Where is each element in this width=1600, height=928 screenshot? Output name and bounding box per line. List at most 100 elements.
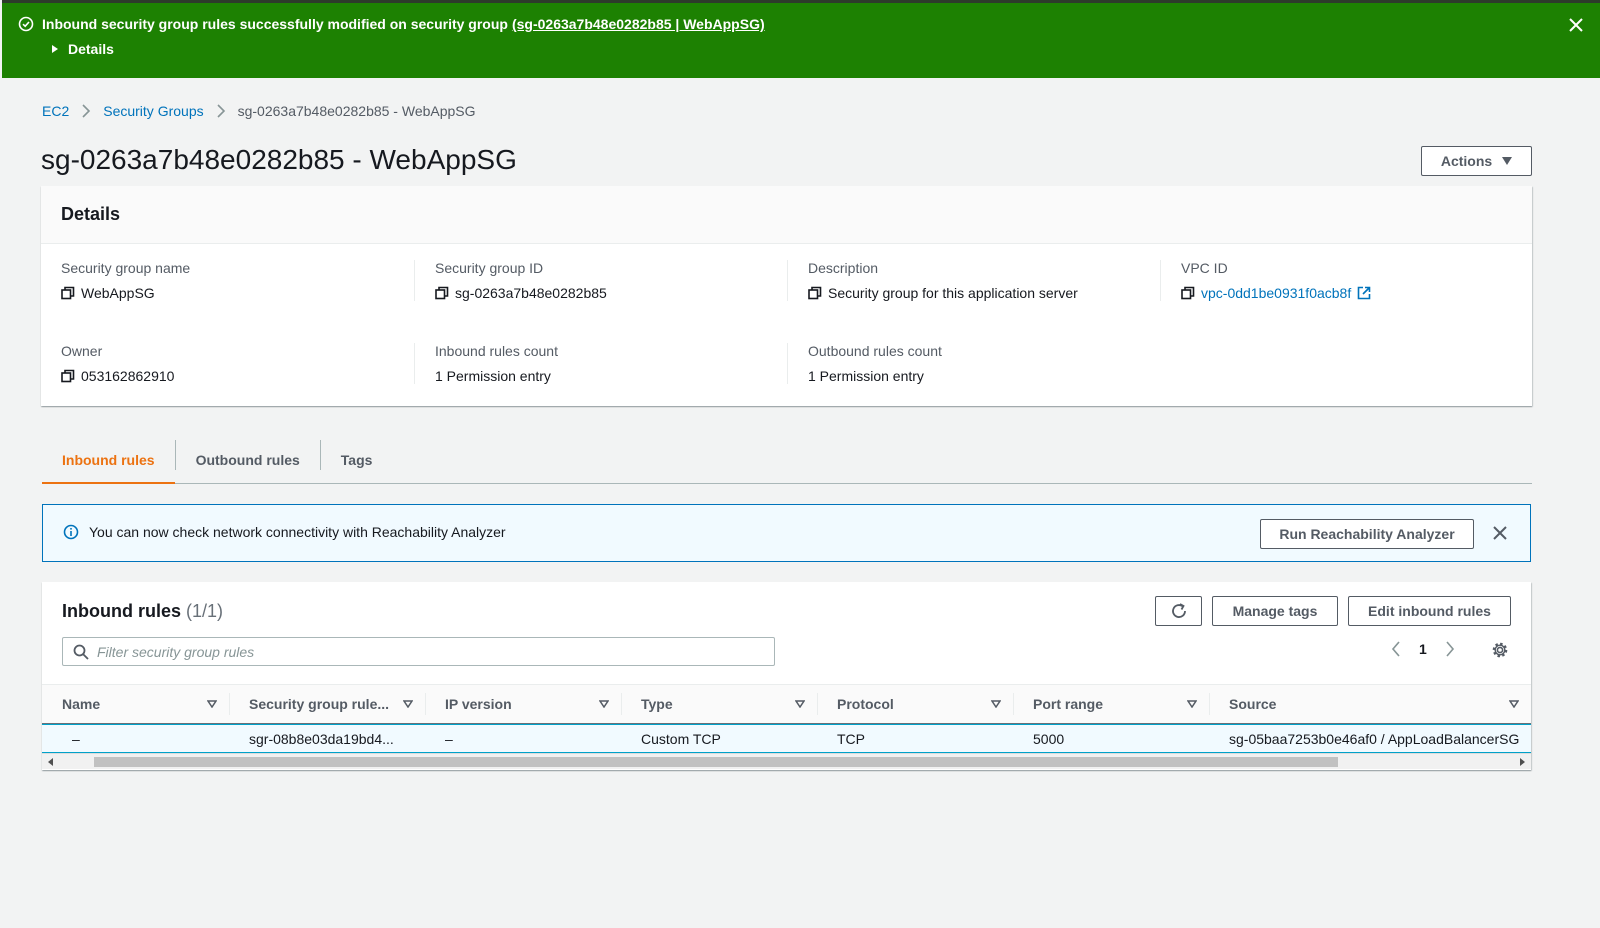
search-icon bbox=[73, 644, 89, 660]
info-message: You can now check network connectivity w… bbox=[89, 524, 506, 540]
chevron-right-icon bbox=[81, 104, 91, 118]
horizontal-scrollbar[interactable] bbox=[42, 753, 1531, 769]
field-label: VPC ID bbox=[1181, 260, 1228, 276]
flash-message-row: Inbound security group rules successfull… bbox=[18, 16, 765, 32]
column-header-port-range[interactable]: Port range bbox=[1013, 685, 1209, 723]
table-row[interactable]: – sgr-08b8e03da19bd4... – Custom TCP TCP… bbox=[42, 724, 1531, 753]
field-value: WebAppSG bbox=[81, 285, 155, 301]
field-outbound-rules-count: Outbound rules count 1 Permission entry bbox=[787, 343, 1160, 384]
column-header-ip-version[interactable]: IP version bbox=[425, 685, 621, 723]
sort-caret-icon bbox=[991, 700, 1001, 708]
column-label: IP version bbox=[445, 696, 512, 712]
cell-name: – bbox=[72, 730, 80, 747]
column-header-type[interactable]: Type bbox=[621, 685, 817, 723]
field-security-group-id: Security group ID sg-0263a7b48e0282b85 bbox=[414, 260, 787, 301]
column-header-source[interactable]: Source bbox=[1209, 685, 1531, 723]
field-label: Description bbox=[808, 260, 879, 276]
column-label: Security group rule... bbox=[249, 696, 390, 712]
manage-tags-button[interactable]: Manage tags bbox=[1212, 596, 1338, 626]
table-header: Name Security group rule... IP version T… bbox=[42, 684, 1531, 724]
actions-button[interactable]: Actions bbox=[1421, 146, 1532, 176]
chevron-right-icon[interactable] bbox=[1445, 641, 1455, 657]
copy-icon[interactable] bbox=[435, 286, 449, 300]
cell-type: Custom TCP bbox=[641, 730, 721, 747]
breadcrumb-ec2[interactable]: EC2 bbox=[42, 103, 69, 119]
page-title: sg-0263a7b48e0282b85 - WebAppSG bbox=[41, 144, 517, 175]
tab-inbound-rules[interactable]: Inbound rules bbox=[42, 437, 175, 484]
cell-protocol: TCP bbox=[837, 730, 865, 747]
column-header-protocol[interactable]: Protocol bbox=[817, 685, 1013, 723]
sort-caret-icon bbox=[599, 700, 609, 708]
field-vpc-id: VPC ID vpc-0dd1be0931f0acb8f bbox=[1160, 260, 1533, 301]
column-header-name[interactable]: Name bbox=[42, 685, 229, 723]
field-label: Security group name bbox=[61, 260, 191, 276]
run-reachability-analyzer-button[interactable]: Run Reachability Analyzer bbox=[1260, 519, 1474, 549]
sort-caret-icon bbox=[1509, 700, 1519, 708]
info-icon bbox=[63, 524, 79, 540]
field-label: Security group ID bbox=[435, 260, 544, 276]
cell-security-group-rule-id: sgr-08b8e03da19bd4... bbox=[249, 730, 394, 747]
gear-icon[interactable] bbox=[1491, 641, 1509, 659]
details-panel: Details Security group name WebAppSG Sec… bbox=[41, 186, 1532, 406]
vpc-id-link[interactable]: vpc-0dd1be0931f0acb8f bbox=[1201, 285, 1351, 301]
column-header-security-group-rule[interactable]: Security group rule... bbox=[229, 685, 425, 723]
scroll-right-arrow-icon[interactable] bbox=[1519, 758, 1525, 766]
cell-port-range: 5000 bbox=[1033, 730, 1065, 747]
field-value: 1 Permission entry bbox=[435, 368, 551, 384]
cell-ip-version: – bbox=[445, 730, 453, 747]
tab-tags[interactable]: Tags bbox=[321, 437, 393, 483]
field-security-group-name: Security group name WebAppSG bbox=[41, 260, 414, 301]
rules-count: (1/1) bbox=[186, 601, 224, 621]
actions-label: Actions bbox=[1440, 153, 1493, 169]
filter-input[interactable] bbox=[97, 643, 737, 660]
page-number[interactable]: 1 bbox=[1419, 641, 1427, 657]
scrollbar-thumb[interactable] bbox=[94, 757, 1338, 767]
field-inbound-rules-count: Inbound rules count 1 Permission entry bbox=[414, 343, 787, 384]
column-label: Port range bbox=[1033, 696, 1104, 712]
cell-source: sg-05baa7253b0e46af0 / AppLoadBalancerSG bbox=[1229, 730, 1520, 747]
sort-caret-icon bbox=[795, 700, 805, 708]
column-label: Protocol bbox=[837, 696, 894, 712]
field-owner: Owner 053162862910 bbox=[41, 343, 414, 384]
breadcrumb-current: sg-0263a7b48e0282b85 - WebAppSG bbox=[237, 103, 476, 119]
chevron-right-icon bbox=[216, 104, 226, 118]
field-description: Description Security group for this appl… bbox=[787, 260, 1160, 301]
copy-icon[interactable] bbox=[1181, 286, 1195, 300]
tab-outbound-rules[interactable]: Outbound rules bbox=[176, 437, 320, 483]
flash-close-icon[interactable] bbox=[1568, 17, 1584, 33]
column-label: Source bbox=[1229, 696, 1277, 712]
refresh-button[interactable] bbox=[1155, 596, 1202, 626]
tabs: Inbound rules Outbound rules Tags bbox=[42, 437, 1532, 484]
reachability-info-alert: You can now check network connectivity w… bbox=[42, 504, 1531, 562]
external-link-icon[interactable] bbox=[1357, 286, 1371, 300]
scroll-left-arrow-icon[interactable] bbox=[48, 758, 54, 766]
flash-message: Inbound security group rules successfull… bbox=[42, 16, 508, 32]
inbound-rules-panel: Inbound rules (1/1) Manage tags Edit inb… bbox=[42, 582, 1531, 770]
copy-icon[interactable] bbox=[61, 286, 75, 300]
details-header: Details bbox=[41, 186, 1532, 244]
caret-down-icon bbox=[1502, 157, 1513, 165]
inbound-rules-table: Name Security group rule... IP version T… bbox=[42, 684, 1531, 753]
pagination: 1 bbox=[1391, 641, 1455, 657]
caret-right-icon bbox=[50, 44, 60, 54]
field-value: 1 Permission entry bbox=[808, 368, 924, 384]
sort-caret-icon bbox=[1187, 700, 1197, 708]
chevron-left-icon[interactable] bbox=[1391, 641, 1401, 657]
close-icon[interactable] bbox=[1492, 525, 1508, 541]
filter-field bbox=[62, 637, 775, 666]
column-label: Type bbox=[641, 696, 673, 712]
breadcrumb-security-groups[interactable]: Security Groups bbox=[103, 103, 203, 119]
breadcrumb: EC2 Security Groups sg-0263a7b48e0282b85… bbox=[42, 103, 476, 119]
field-label: Owner bbox=[61, 343, 103, 359]
flash-security-group-link[interactable]: (sg-0263a7b48e0282b85 | WebAppSG) bbox=[512, 16, 765, 32]
column-label: Name bbox=[62, 696, 101, 712]
field-label: Inbound rules count bbox=[435, 343, 558, 359]
inbound-rules-heading: Inbound rules (1/1) bbox=[62, 601, 223, 622]
edit-inbound-rules-button[interactable]: Edit inbound rules bbox=[1348, 596, 1511, 626]
flash-details-toggle[interactable]: Details bbox=[50, 41, 114, 57]
copy-icon[interactable] bbox=[61, 369, 75, 383]
copy-icon[interactable] bbox=[808, 286, 822, 300]
field-value: Security group for this application serv… bbox=[828, 285, 1078, 301]
field-label: Outbound rules count bbox=[808, 343, 942, 359]
success-check-icon bbox=[18, 16, 34, 32]
